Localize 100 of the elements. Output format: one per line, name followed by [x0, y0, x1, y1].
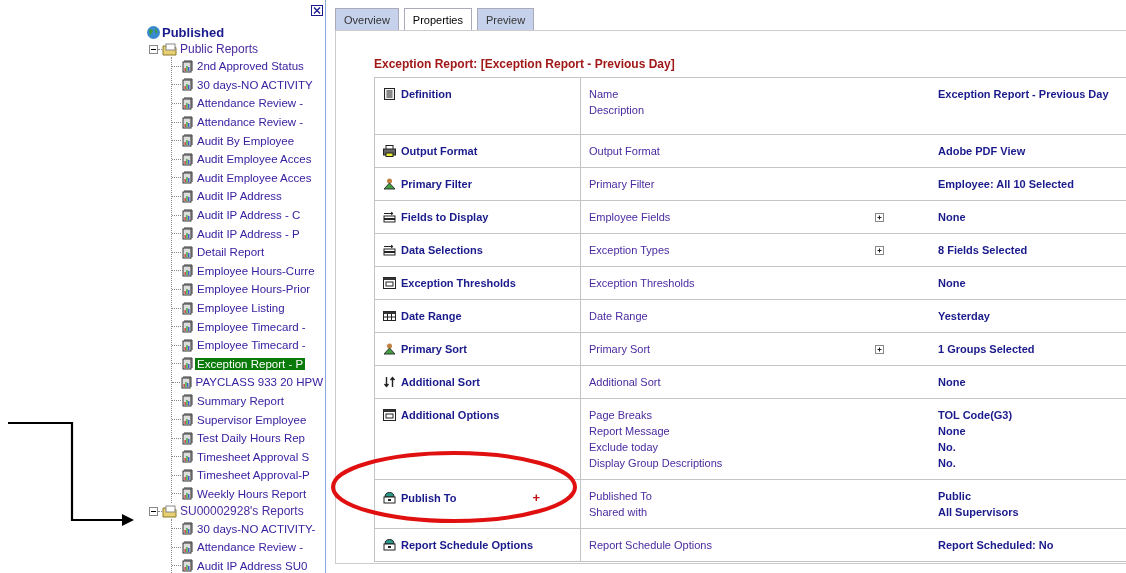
report-item[interactable]: Audit IP Address - P: [195, 227, 302, 240]
report-item[interactable]: Audit IP Address - C: [195, 209, 303, 222]
report-icon: [182, 282, 193, 296]
tab[interactable]: Preview: [477, 8, 535, 30]
field-name: Description: [589, 103, 646, 118]
property-link[interactable]: Primary Sort: [401, 343, 468, 355]
report-icon: [182, 115, 193, 129]
property-link[interactable]: Exception Thresholds: [401, 277, 516, 289]
report-item[interactable]: Employee Timecard -: [195, 320, 308, 333]
report-item[interactable]: Employee Listing: [195, 302, 287, 314]
add-link[interactable]: +: [532, 490, 540, 505]
property-link[interactable]: Publish To: [401, 491, 457, 504]
report-item[interactable]: 30 days-NO ACTIVITY-: [195, 522, 318, 535]
field-name: Name: [589, 87, 620, 102]
field-value: 8 Fields Selected: [938, 243, 1029, 258]
report-item[interactable]: Timesheet Approval S: [195, 450, 312, 463]
field-value: None: [938, 424, 967, 439]
people-icon: [383, 178, 396, 190]
report-item[interactable]: Summary Report: [195, 395, 286, 407]
property-link[interactable]: Date Range: [401, 310, 462, 322]
report-icon: [182, 431, 193, 445]
collapse-icon[interactable]: [149, 506, 158, 516]
field-value: None: [938, 276, 967, 291]
property-link[interactable]: Fields to Display: [401, 211, 489, 223]
property-link[interactable]: Primary Filter: [401, 178, 472, 190]
field-value: None: [938, 375, 967, 390]
lock-icon: [383, 539, 396, 551]
report-icon: [182, 338, 193, 352]
property-link[interactable]: Additional Sort: [401, 376, 480, 388]
report-item[interactable]: Employee Hours-Prior: [195, 283, 313, 296]
property-link[interactable]: Data Selections: [401, 244, 483, 256]
report-item[interactable]: Employee Hours-Curre: [195, 264, 317, 277]
collapse-icon[interactable]: [149, 44, 158, 54]
report-icon: [182, 468, 193, 482]
report-item[interactable]: Attendance Review -: [195, 541, 306, 554]
report-icon: [182, 357, 193, 371]
report-icon: [182, 522, 193, 536]
report-icon: [182, 394, 193, 408]
folder-label[interactable]: Public Reports: [180, 42, 259, 56]
property-link[interactable]: Definition: [401, 88, 452, 100]
lock-icon: [383, 491, 396, 504]
report-item[interactable]: Weekly Hours Report: [195, 487, 309, 500]
report-icon: [182, 152, 193, 166]
field-name: Page Breaks: [589, 408, 653, 423]
report-item[interactable]: Exception Report - P: [195, 357, 306, 370]
report-item[interactable]: PAYCLASS 933 20 HPW: [193, 376, 325, 389]
report-icon: [182, 540, 193, 554]
document-icon: [383, 88, 396, 100]
report-title: Exception Report: [Exception Report - Previous Day]: [374, 57, 676, 71]
report-item[interactable]: Audit By Employee: [195, 134, 297, 147]
tab[interactable]: Properties: [403, 8, 472, 30]
report-item[interactable]: Audit Employee Acces: [195, 171, 314, 184]
expand-icon[interactable]: [875, 213, 884, 222]
report-icon: [182, 264, 193, 278]
field-value: No.: [938, 456, 957, 471]
field-name: Report Message: [589, 424, 671, 439]
report-item[interactable]: Audit IP Address SU0: [195, 559, 310, 572]
report-item[interactable]: Audit IP Address: [195, 190, 284, 203]
report-item[interactable]: Attendance Review -: [195, 97, 306, 110]
expand-icon[interactable]: [875, 246, 884, 255]
field-name: Published To: [589, 489, 653, 504]
report-item[interactable]: 30 days-NO ACTIVITY: [195, 78, 315, 91]
field-name: Additional Sort: [589, 375, 662, 390]
report-item[interactable]: Timesheet Approval-P: [195, 469, 312, 482]
field-value: Public: [938, 489, 972, 504]
field-name: Primary Sort: [589, 342, 652, 357]
calendar-icon: [383, 310, 396, 322]
property-link[interactable]: Output Format: [401, 145, 478, 157]
tab[interactable]: Overview: [335, 8, 399, 30]
list-arrow-icon: [383, 211, 396, 223]
report-icon: [182, 59, 193, 73]
folder-label[interactable]: SU00002928's Reports: [180, 504, 304, 519]
report-icon: [182, 487, 193, 501]
field-value: 1 Groups Selected: [938, 342, 1036, 357]
close-icon[interactable]: [311, 5, 323, 16]
expand-icon[interactable]: [875, 345, 884, 354]
people-icon: [383, 343, 396, 355]
report-icon: [182, 301, 193, 315]
report-item[interactable]: Detail Report: [195, 246, 267, 259]
field-name: Exception Types: [589, 243, 671, 258]
property-link[interactable]: Additional Options: [401, 409, 500, 421]
field-value: TOL Code(G3): [938, 408, 1014, 423]
report-icon: [182, 413, 193, 427]
field-value: Report Scheduled: No: [938, 538, 1055, 553]
tree-root-label[interactable]: Published: [162, 25, 225, 40]
report-icon: [182, 134, 193, 148]
report-item[interactable]: Employee Timecard -: [195, 339, 308, 352]
report-icon: [182, 97, 193, 110]
report-item[interactable]: Attendance Review -: [195, 116, 306, 129]
report-item[interactable]: Audit Employee Acces: [195, 153, 314, 166]
globe-icon: [146, 25, 161, 40]
report-item[interactable]: Test Daily Hours Rep: [195, 432, 307, 445]
field-name: Display Group Descriptions: [589, 456, 724, 471]
report-item[interactable]: 2nd Approved Status: [195, 60, 306, 73]
printer-icon: [383, 145, 396, 157]
field-name: Report Schedule Options: [589, 538, 713, 553]
report-icon: [182, 78, 193, 92]
field-name: Exclude today: [589, 440, 660, 455]
report-item[interactable]: Supervisor Employee: [195, 413, 309, 426]
field-value: None: [938, 210, 967, 225]
